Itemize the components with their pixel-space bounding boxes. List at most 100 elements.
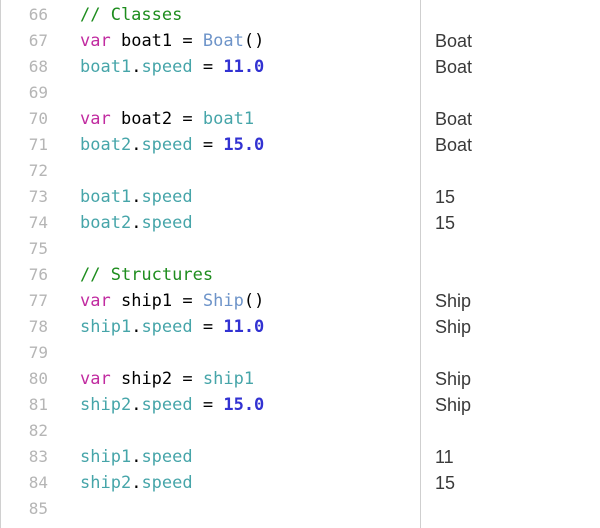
code-token: boat1 — [203, 109, 254, 129]
code-line[interactable]: // Classes — [80, 2, 420, 28]
code-token: 11.0 — [223, 57, 264, 77]
code-line[interactable]: var ship2 = ship1 — [80, 366, 420, 392]
code-line[interactable] — [80, 496, 420, 522]
code-token: var — [80, 369, 111, 389]
code-line[interactable]: boat2.speed = 15.0 — [80, 132, 420, 158]
result-value: Boat — [435, 54, 600, 80]
code-line[interactable] — [80, 418, 420, 444]
code-token: var — [80, 291, 111, 311]
code-token: . — [131, 213, 141, 233]
code-token: Boat — [203, 31, 244, 51]
line-number: 78 — [1, 314, 58, 340]
code-token: . — [131, 135, 141, 155]
code-token: boat2 — [80, 135, 131, 155]
line-number: 71 — [1, 132, 58, 158]
code-line[interactable]: ship2.speed — [80, 470, 420, 496]
code-token: ship1 — [80, 317, 131, 337]
code-token: . — [131, 395, 141, 415]
code-line[interactable]: var boat1 = Boat() — [80, 28, 420, 54]
code-token: speed — [141, 395, 192, 415]
code-token: speed — [141, 213, 192, 233]
code-token: ship2 — [80, 395, 131, 415]
line-number: 81 — [1, 392, 58, 418]
result-value — [435, 340, 600, 366]
code-token: = — [193, 395, 224, 415]
line-number: 73 — [1, 184, 58, 210]
result-value: Ship — [435, 366, 600, 392]
code-token: ship1 — [121, 291, 172, 311]
code-token: speed — [141, 187, 192, 207]
code-line[interactable]: boat1.speed = 11.0 — [80, 54, 420, 80]
code-line[interactable] — [80, 158, 420, 184]
code-token: boat2 — [121, 109, 172, 129]
line-number: 83 — [1, 444, 58, 470]
code-token: = — [172, 369, 203, 389]
result-value — [435, 80, 600, 106]
line-number: 66 — [1, 2, 58, 28]
code-token: () — [244, 31, 264, 51]
code-token: . — [131, 187, 141, 207]
code-token: . — [131, 317, 141, 337]
result-value — [435, 236, 600, 262]
result-value: 15 — [435, 184, 600, 210]
code-token: . — [131, 57, 141, 77]
result-value — [435, 2, 600, 28]
code-token: ship1 — [80, 447, 131, 467]
line-number: 68 — [1, 54, 58, 80]
line-number: 76 — [1, 262, 58, 288]
code-token: = — [193, 135, 224, 155]
code-line[interactable]: ship1.speed = 11.0 — [80, 314, 420, 340]
code-token: () — [244, 291, 264, 311]
line-number: 67 — [1, 28, 58, 54]
code-token: ship1 — [203, 369, 254, 389]
code-token: boat1 — [121, 31, 172, 51]
code-token: speed — [141, 135, 192, 155]
code-line[interactable]: boat2.speed — [80, 210, 420, 236]
code-token: // Classes — [80, 5, 182, 25]
code-token: speed — [141, 473, 192, 493]
code-token: . — [131, 473, 141, 493]
code-line[interactable] — [80, 340, 420, 366]
code-line[interactable]: boat1.speed — [80, 184, 420, 210]
code-line[interactable]: var boat2 = boat1 — [80, 106, 420, 132]
code-token: 15.0 — [223, 395, 264, 415]
result-value: Ship — [435, 314, 600, 340]
code-token: // Structures — [80, 265, 213, 285]
code-line[interactable] — [80, 80, 420, 106]
line-number: 77 — [1, 288, 58, 314]
code-token: = — [193, 317, 224, 337]
code-line[interactable] — [80, 236, 420, 262]
result-value — [435, 418, 600, 444]
result-value: 15 — [435, 210, 600, 236]
code-token: 11.0 — [223, 317, 264, 337]
code-token: speed — [141, 57, 192, 77]
result-value: Boat — [435, 106, 600, 132]
code-token: Ship — [203, 291, 244, 311]
code-token: var — [80, 109, 111, 129]
result-value: Boat — [435, 132, 600, 158]
code-token: var — [80, 31, 111, 51]
line-number: 85 — [1, 496, 58, 522]
code-token: = — [193, 57, 224, 77]
line-number: 75 — [1, 236, 58, 262]
line-number: 84 — [1, 470, 58, 496]
code-token — [111, 291, 121, 311]
result-value: Ship — [435, 288, 600, 314]
line-number: 69 — [1, 80, 58, 106]
code-token: ship2 — [80, 473, 131, 493]
line-number: 80 — [1, 366, 58, 392]
code-token: . — [131, 447, 141, 467]
code-editor[interactable]: // Classesvar boat1 = Boat()boat1.speed … — [58, 0, 420, 528]
code-token: ship2 — [121, 369, 172, 389]
code-token — [111, 369, 121, 389]
result-value: 15 — [435, 470, 600, 496]
code-line[interactable]: var ship1 = Ship() — [80, 288, 420, 314]
code-line[interactable]: // Structures — [80, 262, 420, 288]
code-line[interactable]: ship2.speed = 15.0 — [80, 392, 420, 418]
code-token — [111, 31, 121, 51]
result-value: Boat — [435, 28, 600, 54]
code-line[interactable]: ship1.speed — [80, 444, 420, 470]
code-token: boat1 — [80, 57, 131, 77]
code-token: = — [172, 291, 203, 311]
code-token: boat2 — [80, 213, 131, 233]
